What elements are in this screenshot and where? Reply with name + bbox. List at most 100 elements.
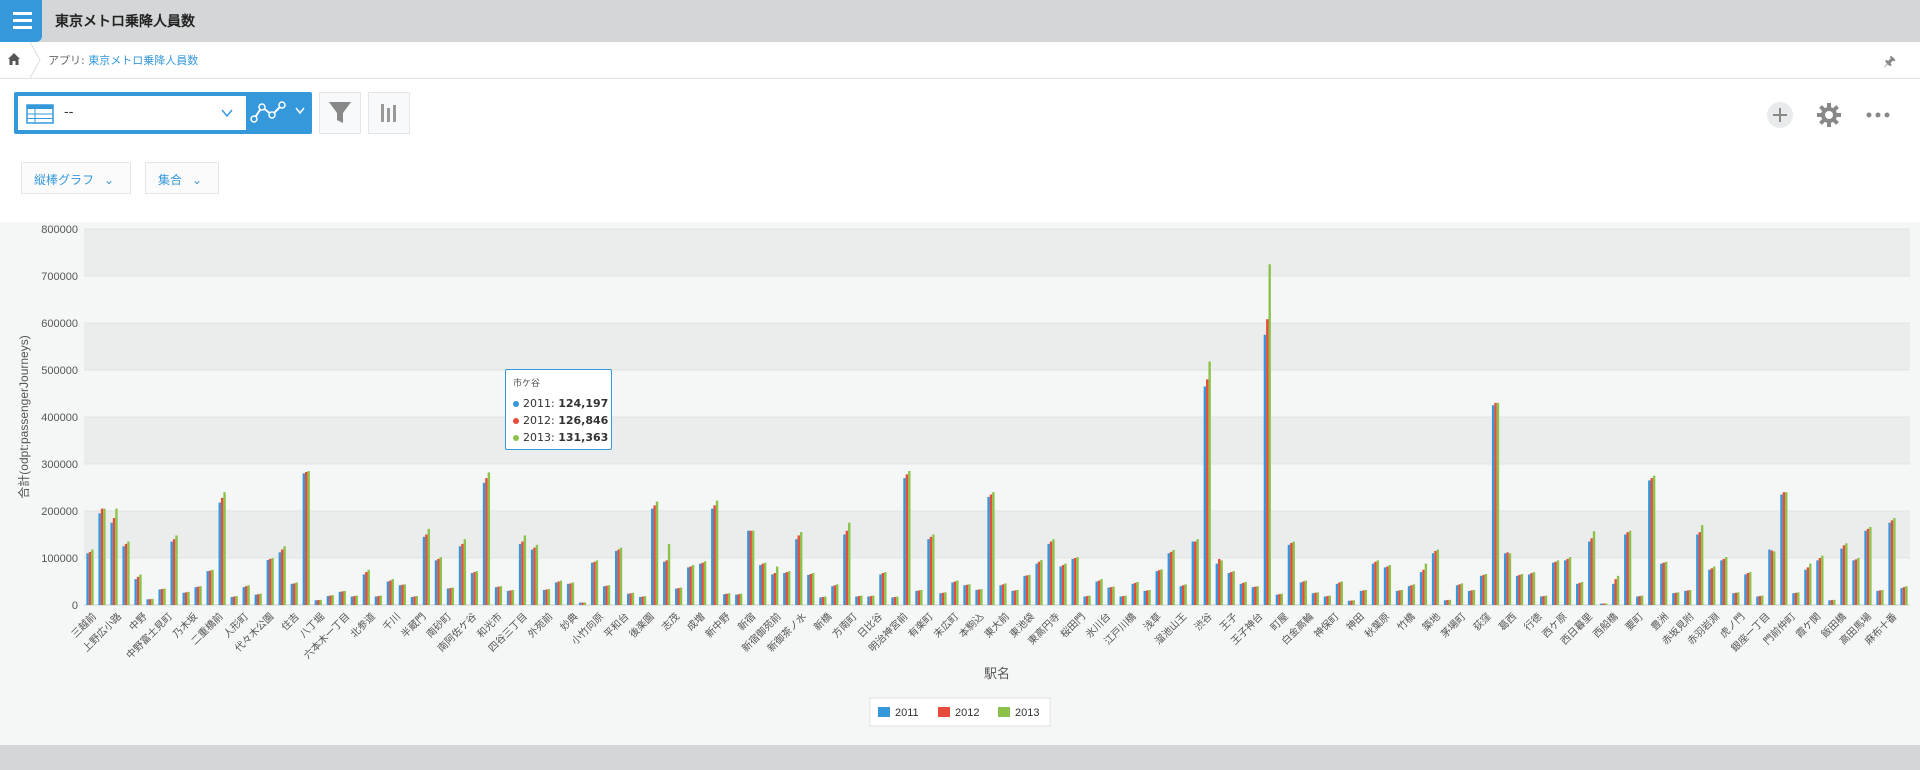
bar-2011 bbox=[446, 588, 450, 605]
y-tick-label: 500000 bbox=[41, 365, 78, 377]
bar-2013 bbox=[595, 560, 599, 605]
bar-2013 bbox=[1292, 541, 1295, 605]
bar-2013 bbox=[103, 508, 106, 605]
bar-2011 bbox=[206, 571, 209, 605]
bar-2011 bbox=[1672, 593, 1675, 605]
bar-2011 bbox=[1455, 585, 1459, 605]
bar-2013 bbox=[1148, 589, 1151, 605]
aggregation-dropdown[interactable]: 集合 ⌄ bbox=[145, 162, 219, 194]
bar-2013 bbox=[715, 500, 719, 605]
bar-2012 bbox=[1614, 579, 1617, 605]
bar-2012 bbox=[473, 572, 476, 605]
gear-icon[interactable] bbox=[1815, 101, 1843, 129]
bar-2013 bbox=[1616, 575, 1620, 605]
bar-2011 bbox=[819, 597, 822, 605]
y-tick-label: 200000 bbox=[41, 506, 78, 518]
x-tick-label: 要町 bbox=[1623, 611, 1646, 634]
view-selector[interactable]: -- bbox=[14, 92, 312, 134]
bar-2011 bbox=[494, 587, 498, 605]
graph-view-icon[interactable] bbox=[250, 101, 286, 125]
bar-2012 bbox=[88, 551, 92, 605]
bar-2011 bbox=[386, 581, 390, 605]
bar-2011 bbox=[1744, 574, 1747, 605]
x-tick-label: 西船橋 bbox=[1590, 610, 1620, 640]
bar-2011 bbox=[879, 574, 882, 605]
graph-type-dropdown[interactable]: 縦棒グラフ ⌄ bbox=[21, 162, 131, 194]
bar-2012 bbox=[1758, 596, 1762, 605]
filter-button[interactable] bbox=[319, 92, 361, 134]
bar-2013 bbox=[343, 590, 346, 605]
bar-2012 bbox=[497, 586, 500, 605]
more-options-icon[interactable] bbox=[1864, 101, 1892, 129]
bar-2011 bbox=[554, 582, 558, 605]
bar-2013 bbox=[1364, 589, 1367, 605]
legend-label: 2011 bbox=[895, 707, 919, 719]
graph-chevron-down-icon[interactable] bbox=[294, 105, 306, 117]
x-tick-label: 築地 bbox=[1420, 610, 1443, 633]
bar-2013 bbox=[1220, 560, 1223, 605]
x-tick-label: 桜田門 bbox=[1058, 610, 1088, 640]
bar-2012 bbox=[1121, 596, 1125, 605]
bar-2013 bbox=[1256, 586, 1259, 605]
bar-2012 bbox=[124, 543, 128, 605]
bar-2013 bbox=[1412, 584, 1416, 605]
bar-2011 bbox=[1648, 480, 1651, 605]
bar-2013 bbox=[1604, 603, 1608, 605]
bar-2012 bbox=[293, 583, 296, 605]
bar-2013 bbox=[1064, 563, 1067, 605]
bar-2012 bbox=[160, 589, 164, 605]
bar-2012 bbox=[797, 535, 800, 605]
x-tick-label: 神保町 bbox=[1311, 610, 1341, 640]
bar-2013 bbox=[1821, 555, 1824, 605]
home-icon[interactable] bbox=[6, 51, 22, 67]
x-tick-label: 志茂 bbox=[659, 610, 682, 633]
x-tick-label: 外苑前 bbox=[525, 610, 555, 640]
bar-2011 bbox=[1576, 583, 1579, 605]
bar-2011 bbox=[1900, 588, 1903, 605]
bar-2012 bbox=[881, 573, 885, 605]
bar-2013 bbox=[1484, 573, 1488, 605]
bar-2011 bbox=[927, 539, 930, 605]
series-dot-icon bbox=[513, 435, 519, 441]
bar-2011 bbox=[1203, 386, 1207, 605]
bar-2011 bbox=[1311, 593, 1315, 605]
add-icon[interactable] bbox=[1766, 101, 1794, 129]
bar-2012 bbox=[1902, 587, 1906, 605]
bar-2013 bbox=[1532, 572, 1536, 605]
bar-2012 bbox=[269, 558, 272, 605]
y-axis-title: 合計(odpt:passengerJourneys) bbox=[16, 335, 31, 498]
bar-2011 bbox=[1491, 405, 1495, 605]
pin-icon[interactable]: 🖈 bbox=[1883, 51, 1896, 75]
series-dot-icon bbox=[513, 401, 519, 407]
bar-2012 bbox=[1866, 528, 1870, 605]
bar-2011 bbox=[1888, 522, 1891, 605]
bar-2012 bbox=[256, 594, 260, 605]
bar-2012 bbox=[244, 586, 248, 605]
bar-2012 bbox=[461, 543, 464, 605]
bar-2011 bbox=[1431, 553, 1435, 605]
bar-2011 bbox=[915, 590, 918, 605]
bar-2011 bbox=[458, 546, 462, 605]
bar-2013 bbox=[499, 586, 503, 605]
tooltip-row-value: 126,846 bbox=[558, 414, 609, 427]
bar-2011 bbox=[891, 597, 894, 605]
bar-2012 bbox=[1037, 561, 1041, 605]
bar-2011 bbox=[1552, 562, 1555, 605]
breadcrumb-app-link[interactable]: 東京メトロ乗降人員数 bbox=[88, 54, 198, 67]
bar-2011 bbox=[1564, 560, 1567, 605]
bar-2011 bbox=[1071, 558, 1074, 605]
x-tick-label: 新宿 bbox=[735, 610, 758, 633]
bar-2011 bbox=[675, 588, 678, 605]
bar-2013 bbox=[1881, 589, 1884, 605]
bar-2011 bbox=[290, 583, 294, 605]
bar-2012 bbox=[1097, 580, 1101, 605]
bar-2011 bbox=[1419, 572, 1423, 605]
x-tick-label: 末広町 bbox=[931, 610, 961, 640]
bar-2011 bbox=[1708, 569, 1711, 605]
bar-2011 bbox=[975, 589, 978, 605]
app-menu-icon[interactable] bbox=[0, 0, 42, 42]
graph-settings-button[interactable] bbox=[368, 92, 410, 134]
chevron-down-icon[interactable] bbox=[220, 106, 234, 120]
bar-2013 bbox=[1388, 565, 1392, 605]
bar-2012 bbox=[1410, 585, 1413, 605]
